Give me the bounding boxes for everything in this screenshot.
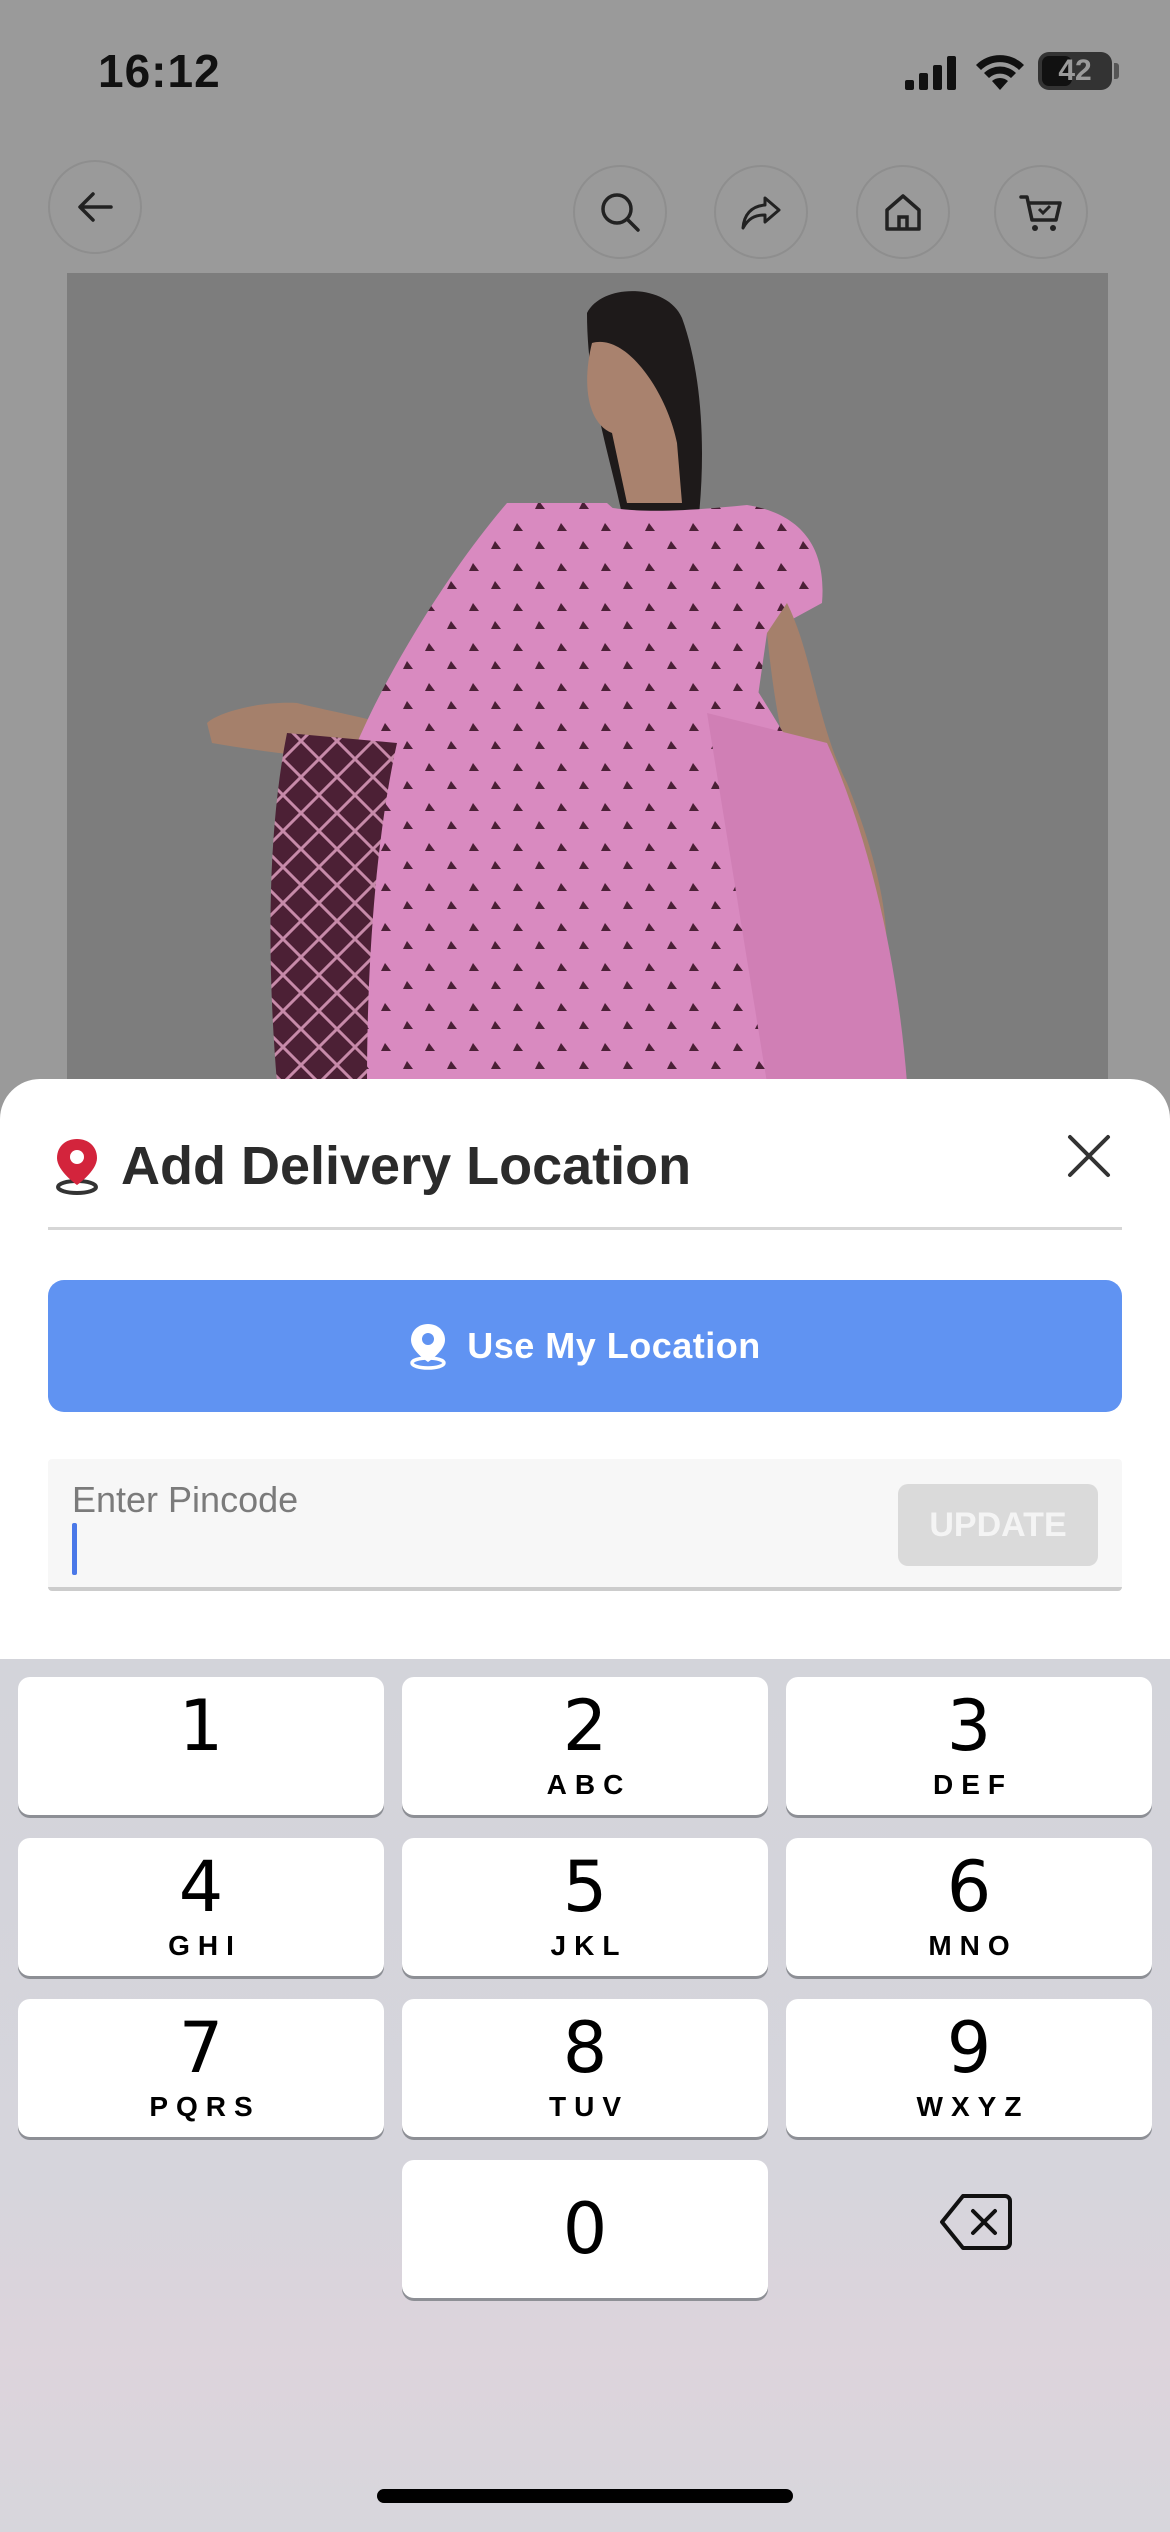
key-digit: 3 xyxy=(946,1685,992,1767)
key-letters: GHI xyxy=(168,1930,242,1961)
status-bar: 16:12 42 xyxy=(0,0,1170,150)
key-6[interactable]: 6 MNO xyxy=(786,1838,1152,1976)
key-digit: 1 xyxy=(178,1685,224,1767)
key-5[interactable]: 5 JKL xyxy=(402,1838,768,1976)
pincode-label: Enter Pincode xyxy=(72,1479,299,1520)
key-4[interactable]: 4 GHI xyxy=(18,1838,384,1976)
back-button[interactable] xyxy=(48,160,142,254)
pincode-field[interactable]: Enter Pincode UPDATE xyxy=(48,1459,1122,1591)
cart-icon xyxy=(1019,195,1062,231)
delivery-location-sheet: Add Delivery Location Use My Location En… xyxy=(0,1079,1170,1659)
divider xyxy=(48,1227,1122,1230)
key-1[interactable]: 1 xyxy=(18,1677,384,1815)
search-icon xyxy=(601,193,640,232)
key-letters: JKL xyxy=(550,1930,628,1961)
key-letters: MNO xyxy=(928,1930,1018,1961)
key-7[interactable]: 7 PQRS xyxy=(18,1999,384,2137)
key-digit: 0 xyxy=(562,2188,608,2270)
status-time: 16:12 xyxy=(98,45,221,97)
update-button[interactable]: UPDATE xyxy=(898,1484,1098,1566)
cart-button[interactable] xyxy=(994,165,1088,259)
key-8[interactable]: 8 TUV xyxy=(402,1999,768,2137)
search-button[interactable] xyxy=(573,165,667,259)
location-pin-icon xyxy=(410,1324,446,1370)
close-icon[interactable] xyxy=(1066,1133,1112,1179)
sheet-title: Add Delivery Location xyxy=(121,1136,692,1196)
home-button[interactable] xyxy=(856,165,950,259)
use-my-location-label: Use My Location xyxy=(467,1325,761,1366)
key-digit: 4 xyxy=(178,1846,224,1928)
key-digit: 6 xyxy=(946,1846,992,1928)
battery-icon: 42 xyxy=(1038,52,1112,90)
sheet-header: Add Delivery Location xyxy=(48,1129,1122,1209)
battery-level-text: 42 xyxy=(1058,54,1092,87)
product-image[interactable] xyxy=(67,273,1108,1083)
text-caret xyxy=(72,1523,77,1575)
key-digit: 8 xyxy=(562,2007,608,2089)
home-indicator[interactable] xyxy=(377,2489,793,2503)
key-2[interactable]: 2 ABC xyxy=(402,1677,768,1815)
key-digit: 7 xyxy=(178,2007,224,2089)
use-my-location-button[interactable]: Use My Location xyxy=(48,1280,1122,1412)
share-button[interactable] xyxy=(714,165,808,259)
backspace-icon[interactable] xyxy=(939,2192,1013,2252)
key-letters: ABC xyxy=(546,1769,632,1800)
arrow-left-icon xyxy=(78,192,113,222)
key-digit: 5 xyxy=(562,1846,608,1928)
share-icon xyxy=(741,196,781,230)
key-letters: DEF xyxy=(933,1769,1013,1800)
key-3[interactable]: 3 DEF xyxy=(786,1677,1152,1815)
key-digit: 9 xyxy=(946,2007,992,2089)
cellular-signal-icon xyxy=(905,56,956,90)
saree-model-illustration xyxy=(207,291,907,1083)
key-9[interactable]: 9 WXYZ xyxy=(786,1999,1152,2137)
home-icon xyxy=(885,194,921,231)
key-letters: PQRS xyxy=(149,2091,261,2122)
location-pin-icon xyxy=(56,1139,98,1195)
key-0[interactable]: 0 xyxy=(402,2160,768,2298)
pincode-input[interactable] xyxy=(82,1521,882,1577)
key-letters: WXYZ xyxy=(916,2091,1030,2122)
key-digit: 2 xyxy=(562,1685,608,1767)
wifi-icon xyxy=(976,55,1024,90)
key-letters: TUV xyxy=(549,2091,629,2122)
